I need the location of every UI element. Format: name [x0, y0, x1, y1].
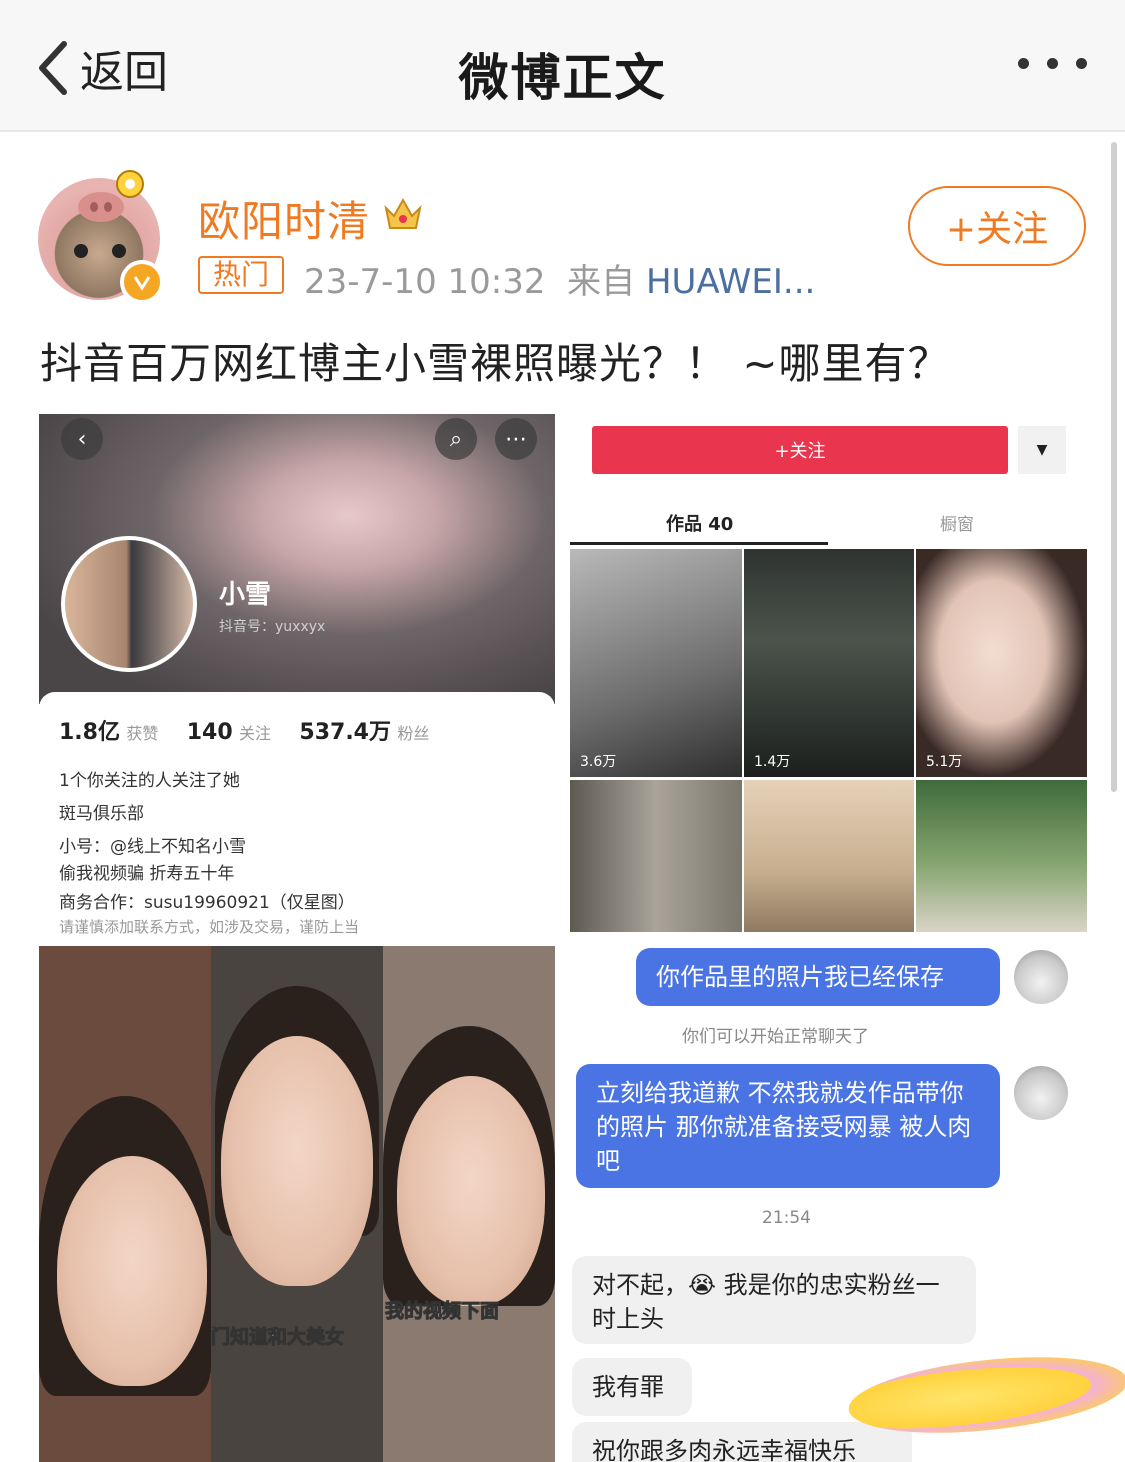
like-count: 1.4万 [754, 754, 791, 770]
tab-works: 作品 40 [666, 514, 734, 535]
chat-message-received: 祝你跟多肉永远幸福快乐 [572, 1422, 912, 1462]
profile-line: 商务合作：susu19960921（仅星图） [59, 893, 355, 913]
profile-stats: 1.8亿 获赞 140 关注 537.4万 粉丝 [59, 720, 430, 745]
crown-icon [384, 197, 422, 229]
post-text: 抖音百万网红博主小雪裸照曝光？！ ~哪里有？ [40, 339, 951, 388]
chat-message-sent: 立刻给我道歉 不然我就发作品带你的照片 那你就准备接受网暴 被人肉吧 [576, 1064, 1000, 1188]
post-source[interactable]: HUAWEI... [646, 262, 815, 302]
profile-line: 请谨慎添加联系方式，如涉及交易，谨防上当 [59, 918, 360, 936]
chat-time: 21:54 [762, 1208, 811, 1228]
hot-tag: 热门 [198, 256, 284, 294]
more-options-icon[interactable] [1018, 58, 1087, 69]
chat-message-sent: 你作品里的照片我已经保存 [636, 948, 1000, 1006]
chevron-left-icon: ‹ [61, 418, 103, 460]
like-count: 5.1万 [926, 754, 963, 770]
face [221, 1036, 373, 1286]
search-icon: ⌕ [435, 418, 477, 460]
profile-line: 1个你关注的人关注了她 [59, 771, 240, 791]
post-timestamp: 23-7-10 10:32 [304, 262, 546, 302]
video-thumb [744, 780, 914, 932]
profile-line: 小号：@线上不知名小雪 [59, 837, 246, 857]
douyin-follow-button: +关注 [592, 426, 1008, 474]
profile-line: 斑马俱乐部 [59, 804, 144, 824]
face [397, 1076, 545, 1306]
more-icon: ⋯ [495, 418, 537, 460]
chat-system-notice: 你们可以开始正常聊天了 [682, 1027, 869, 1047]
post-image-works[interactable]: +关注 ▼ 作品 40 橱窗 3.6万 1.4万 5.1万 [570, 414, 1087, 932]
video-caption: 我的视频下面 [384, 1300, 500, 1323]
video-thumb: 1.4万 [744, 549, 914, 777]
chat-message-received: 我有罪 [572, 1358, 692, 1416]
profile-avatar [61, 536, 197, 672]
scrollbar[interactable] [1111, 142, 1117, 792]
follow-button[interactable]: +关注 [908, 186, 1086, 266]
video-thumb [570, 780, 742, 932]
profile-line: 偷我视频骗 折寿五十年 [59, 864, 235, 884]
top-bar: 返回 微博正文 [0, 0, 1125, 132]
verified-badge-icon [120, 260, 164, 304]
post-meta: 23-7-10 10:32 来自 HUAWEI... [304, 254, 815, 303]
avatar-decoration-icon [116, 170, 144, 198]
chat-avatar [1014, 1066, 1068, 1120]
video-thumb: 5.1万 [916, 549, 1087, 777]
page-title: 微博正文 [458, 49, 667, 107]
tab-window: 橱窗 [940, 515, 974, 535]
post-image-selfies[interactable]: 门知道和大美女 我的视频下面 [39, 946, 555, 1462]
chat-avatar [1014, 950, 1068, 1004]
like-count: 3.6万 [580, 754, 617, 770]
video-caption: 门知道和大美女 [210, 1326, 345, 1349]
face [57, 1156, 207, 1386]
dropdown-icon: ▼ [1018, 426, 1066, 474]
profile-account-id: 抖音号：yuxxyx [219, 619, 326, 635]
chat-message-received: 对不起，😭 我是你的忠实粉丝一时上头 [572, 1256, 976, 1344]
video-thumb: 3.6万 [570, 549, 742, 777]
post-image-profile[interactable]: ‹ ⌕ ⋯ 小雪 抖音号：yuxxyx 1.8亿 获赞 140 关注 537.4… [39, 414, 555, 944]
author-name[interactable]: 欧阳时清 [198, 188, 370, 249]
source-prefix: 来自 [567, 262, 636, 302]
video-thumb [916, 780, 1087, 932]
profile-name: 小雪 [219, 580, 272, 610]
